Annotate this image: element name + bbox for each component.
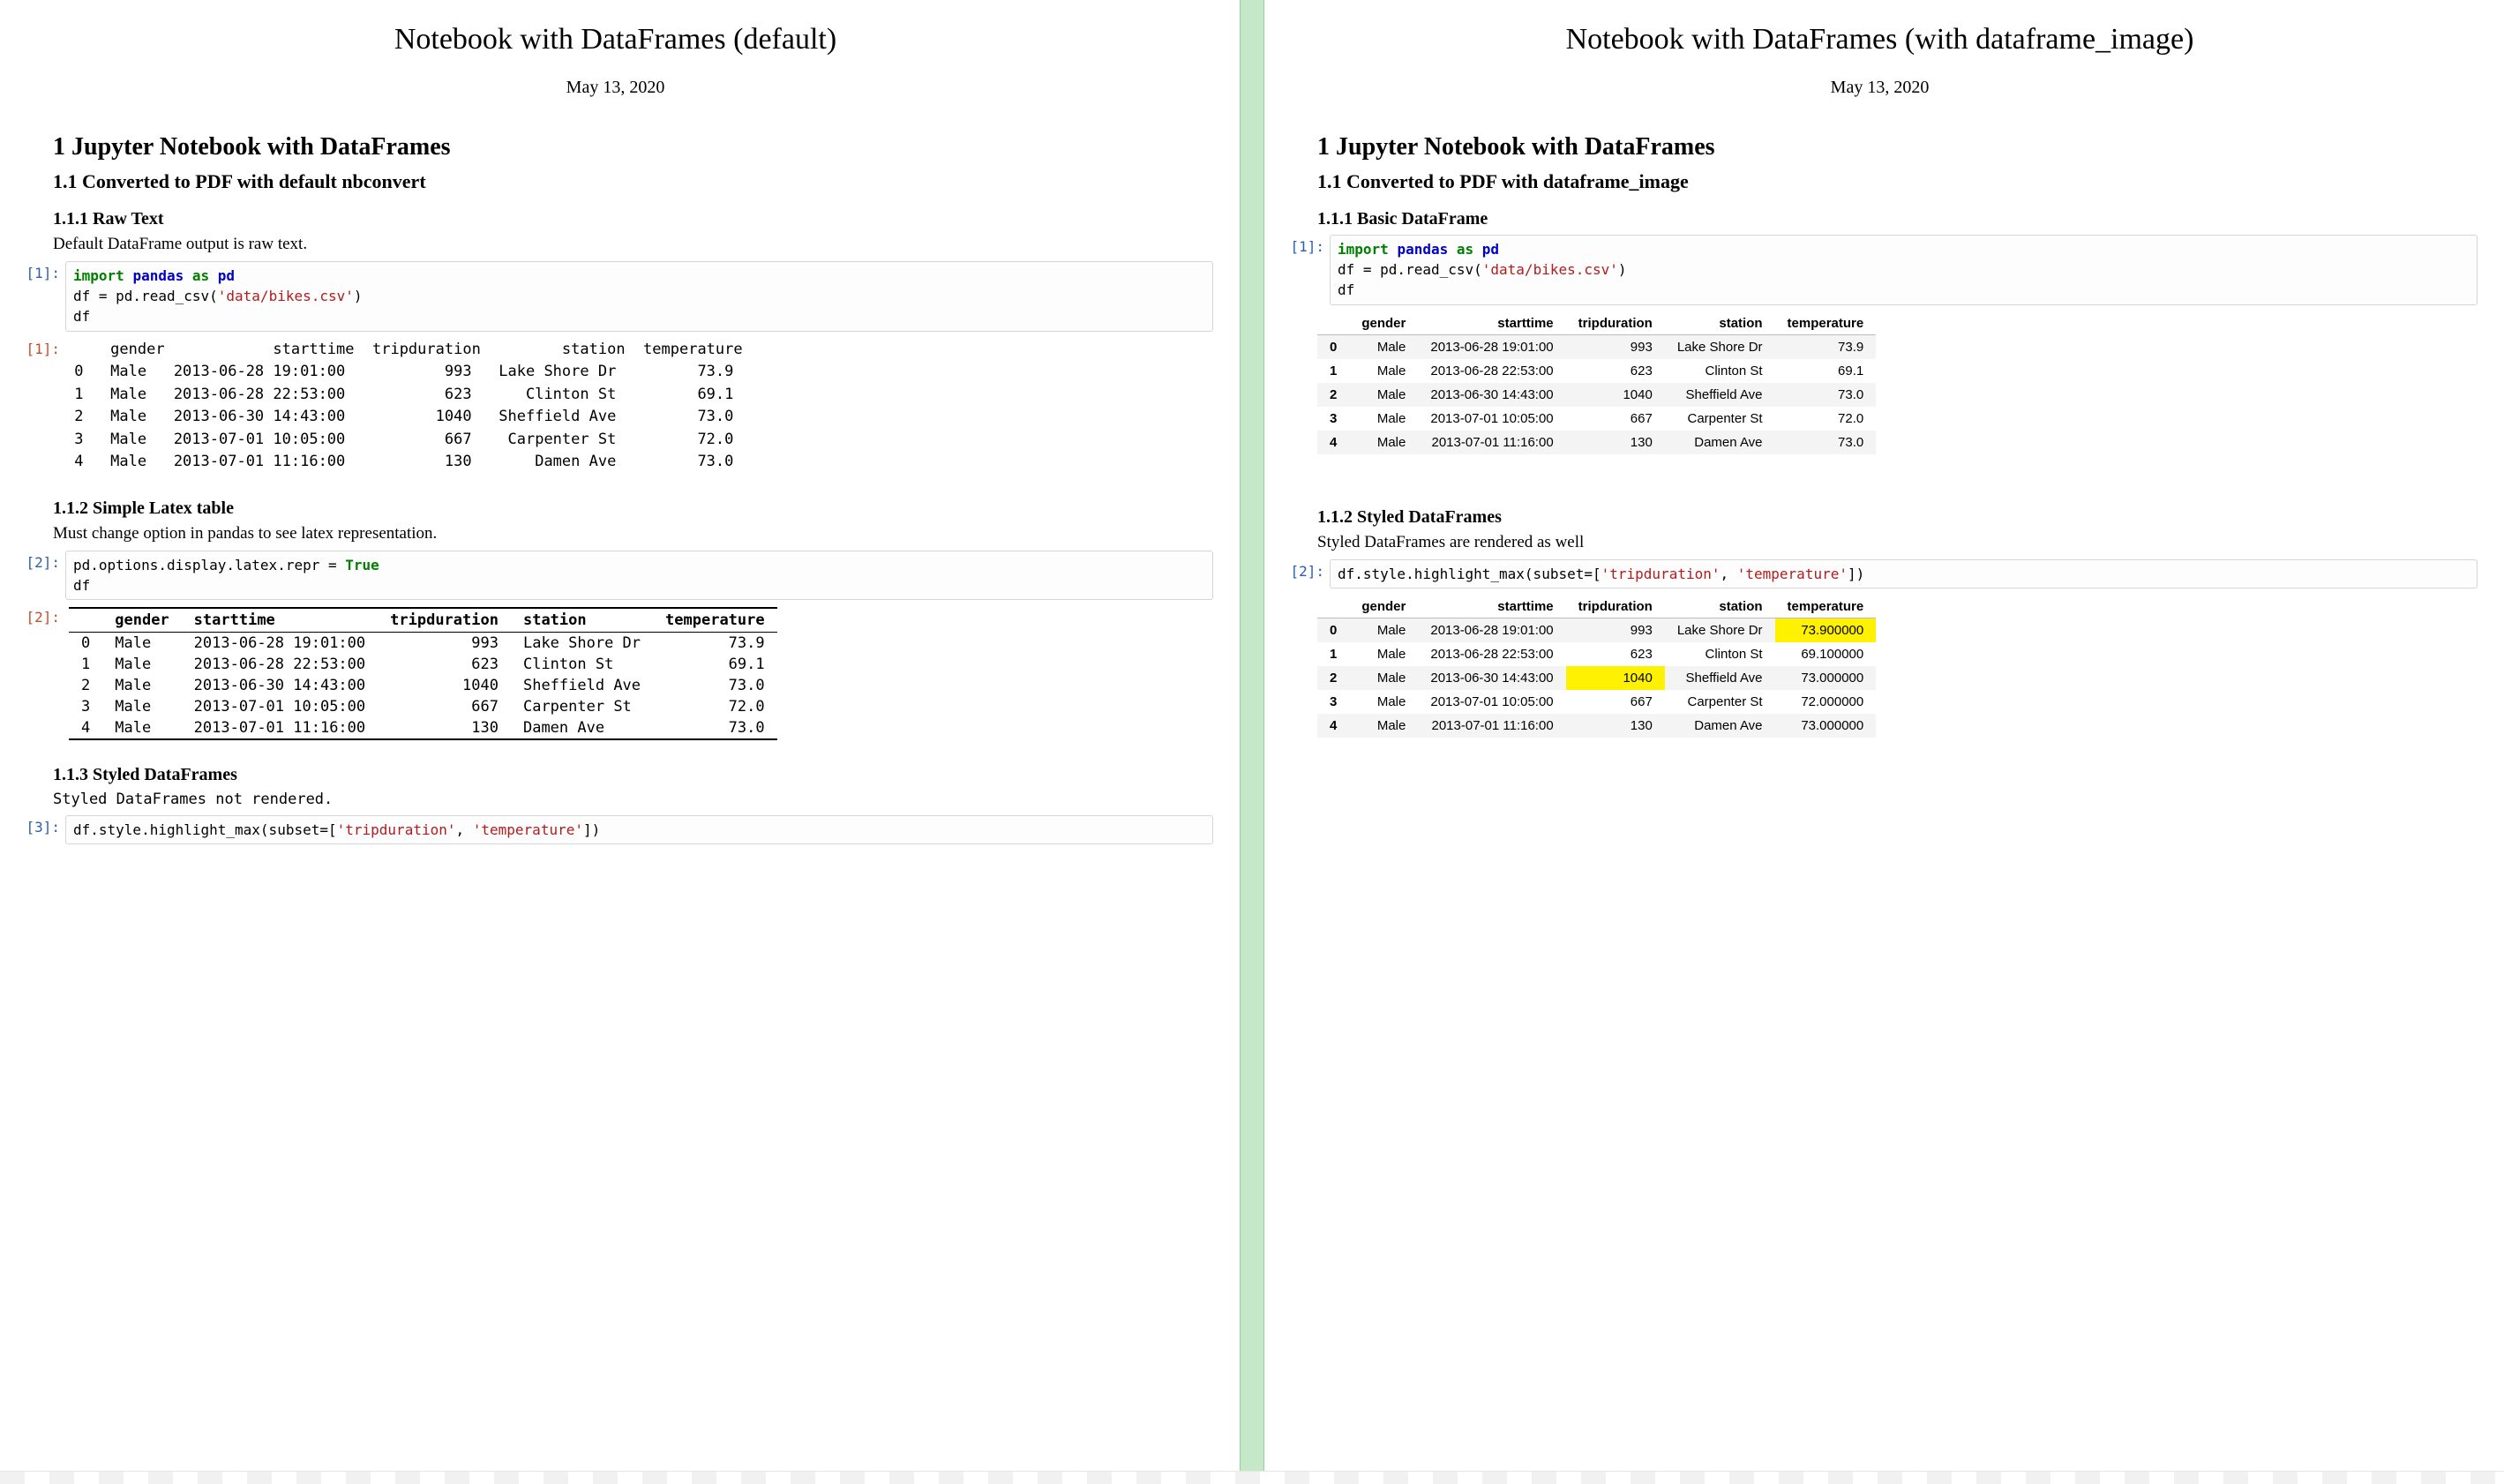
left-s1-h: 1.1.1 Raw Text xyxy=(53,209,1213,229)
table-row: 2Male2013-06-30 14:43:001040Sheffield Av… xyxy=(1317,383,1876,407)
table-row: 4Male2013-07-01 11:16:00130Damen Ave73.0… xyxy=(1317,714,1876,738)
code-cell: import pandas as pd df = pd.read_csv('da… xyxy=(1330,235,2478,305)
left-s2-p: Must change option in pandas to see late… xyxy=(53,524,1213,543)
table-row: 1Male2013-06-28 22:53:00623Clinton St69.… xyxy=(1317,642,1876,666)
raw-text-output: gender starttime tripduration station te… xyxy=(65,339,1213,474)
table-row: 1Male2013-06-28 22:53:00623Clinton St69.… xyxy=(1317,359,1876,383)
right-cell-1: [1]: import pandas as pd df = pd.read_cs… xyxy=(1282,235,2478,305)
comparison-wrap: Notebook with DataFrames (default) May 1… xyxy=(0,0,2504,1484)
left-out-1: [1]: gender starttime tripduration stati… xyxy=(18,337,1213,483)
prompt-out: [2]: xyxy=(18,605,65,626)
left-doc-title: Notebook with DataFrames (default) xyxy=(53,23,1178,56)
table-row: 0Male2013-06-28 19:01:00993Lake Shore Dr… xyxy=(1317,334,1876,359)
left-out-2: [2]: genderstarttimetripdurationstationt… xyxy=(18,605,1213,749)
table-row: 4Male2013-07-01 11:16:00130Damen Ave73.0 xyxy=(1317,431,1876,454)
left-doc-date: May 13, 2020 xyxy=(18,78,1213,98)
right-doc-title: Notebook with DataFrames (with dataframe… xyxy=(1317,23,2442,56)
right-s2-p: Styled DataFrames are rendered as well xyxy=(1317,533,2478,552)
latex-table: genderstarttimetripdurationstationtemper… xyxy=(69,607,777,740)
prompt-in: [1]: xyxy=(18,261,65,281)
left-s3-h: 1.1.3 Styled DataFrames xyxy=(53,765,1213,785)
left-cell-2: [2]: pd.options.display.latex.repr = Tru… xyxy=(18,551,1213,600)
styled-dataframe: genderstarttimetripdurationstationtemper… xyxy=(1317,596,1876,738)
right-h2: 1.1 Converted to PDF with dataframe_imag… xyxy=(1317,170,2478,193)
code-cell: df.style.highlight_max(subset=['tripdura… xyxy=(65,815,1213,844)
right-s1-h: 1.1.1 Basic DataFrame xyxy=(1317,209,2478,229)
right-cell-2: [2]: df.style.highlight_max(subset=['tri… xyxy=(1282,559,2478,588)
right-h1: 1 Jupyter Notebook with DataFrames xyxy=(1317,133,2478,161)
left-s2-h: 1.1.2 Simple Latex table xyxy=(53,498,1213,519)
right-panel: Notebook with DataFrames (with dataframe… xyxy=(1264,0,2504,1484)
prompt-in: [3]: xyxy=(18,815,65,836)
table-row: 0Male2013-06-28 19:01:00993Lake Shore Dr… xyxy=(1317,618,1876,642)
code-cell: import pandas as pd df = pd.read_csv('da… xyxy=(65,261,1213,332)
left-panel: Notebook with DataFrames (default) May 1… xyxy=(0,0,1240,1484)
table-row: 3Male2013-07-01 10:05:00667Carpenter St7… xyxy=(1317,690,1876,714)
prompt-in: [2]: xyxy=(1282,559,1330,580)
prompt-in: [2]: xyxy=(18,551,65,571)
table-row: 3Male2013-07-01 10:05:00667Carpenter St7… xyxy=(1317,407,1876,431)
table-row: 2Male2013-06-30 14:43:001040Sheffield Av… xyxy=(1317,666,1876,690)
code-cell: pd.options.display.latex.repr = True df xyxy=(65,551,1213,600)
left-cell-1: [1]: import pandas as pd df = pd.read_cs… xyxy=(18,261,1213,332)
prompt-in: [1]: xyxy=(1282,235,1330,255)
panel-divider xyxy=(1240,0,1264,1484)
right-s2-h: 1.1.2 Styled DataFrames xyxy=(1317,507,2478,528)
left-h1: 1 Jupyter Notebook with DataFrames xyxy=(53,133,1213,161)
left-s1-p: Default DataFrame output is raw text. xyxy=(53,235,1213,254)
prompt-out: [1]: xyxy=(18,337,65,357)
code-cell: df.style.highlight_max(subset=['tripdura… xyxy=(1330,559,2478,588)
left-h2: 1.1 Converted to PDF with default nbconv… xyxy=(53,170,1213,193)
basic-dataframe: genderstarttimetripdurationstationtemper… xyxy=(1317,312,1876,454)
left-cell-3: [3]: df.style.highlight_max(subset=['tri… xyxy=(18,815,1213,844)
left-s3-p: Styled DataFrames not rendered. xyxy=(53,791,1213,808)
right-doc-date: May 13, 2020 xyxy=(1282,78,2478,98)
